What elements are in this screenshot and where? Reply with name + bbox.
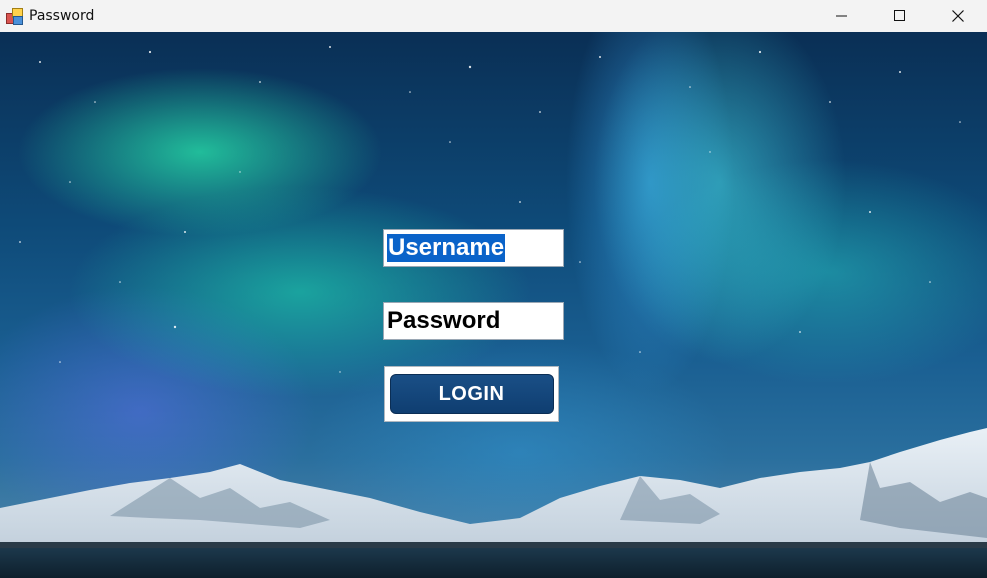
login-button-frame: LOGIN [384,366,559,422]
password-input[interactable] [387,307,563,335]
maximize-icon [894,10,905,21]
snowy-mountains-decoration [0,428,987,578]
username-field[interactable]: Username [383,229,564,267]
app-icon [6,8,23,25]
close-icon [952,10,964,22]
window-title: Password [29,8,95,24]
title-bar[interactable]: Password [0,0,987,32]
login-button[interactable]: LOGIN [389,374,554,414]
app-window: Password Username Password LOGIN [0,0,987,578]
minimize-button[interactable] [813,0,871,32]
close-button[interactable] [929,0,987,32]
window-controls [813,0,987,32]
password-field[interactable] [383,302,564,340]
username-input[interactable]: Username [387,234,506,262]
minimize-icon [836,15,847,17]
maximize-button[interactable] [871,0,929,32]
